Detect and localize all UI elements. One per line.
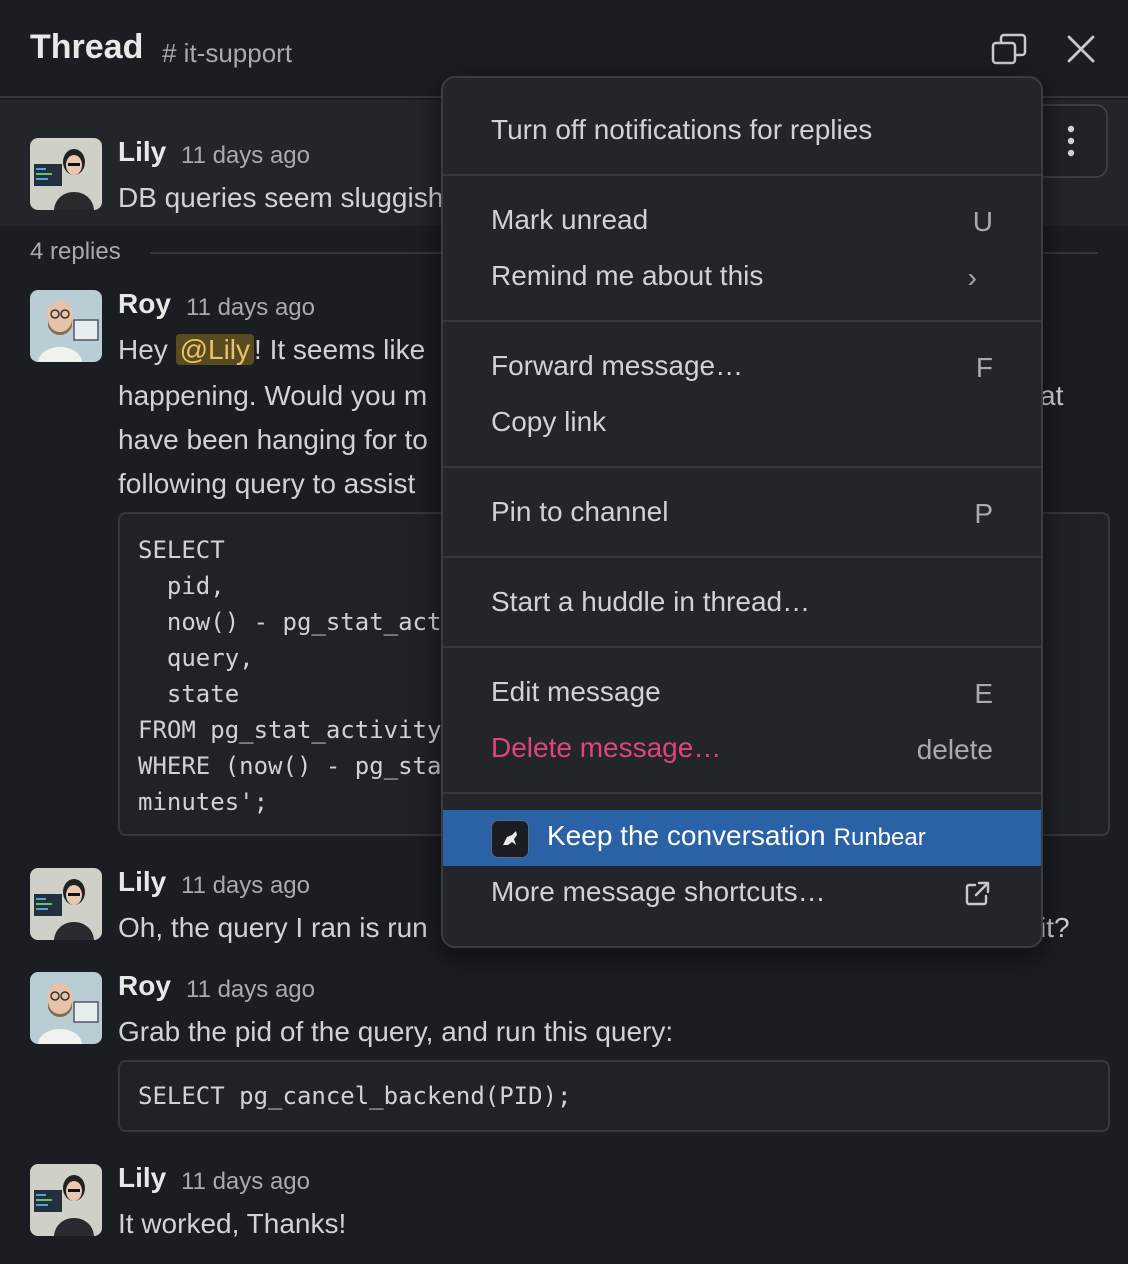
menu-divider bbox=[443, 646, 1041, 648]
reply-text: Oh, the query I ran is run bbox=[118, 912, 428, 943]
menu-item-label: Mark unread bbox=[491, 204, 649, 235]
channel-link[interactable]: # it-support bbox=[162, 38, 292, 69]
reply-time[interactable]: 11 days ago bbox=[181, 1168, 310, 1196]
reply-text-prefix: Hey bbox=[118, 334, 176, 365]
menu-item-label: Keep the conversation Runbear bbox=[547, 820, 926, 852]
external-link-icon bbox=[965, 881, 990, 906]
menu-divider bbox=[443, 466, 1041, 468]
reply-author[interactable]: Roy bbox=[118, 288, 171, 320]
menu-item-label: Forward message… bbox=[491, 350, 744, 381]
thread-panel: Thread # it-support Lily 11 days ago DB … bbox=[0, 0, 1128, 1264]
avatar-roy[interactable] bbox=[30, 290, 102, 362]
reply-author[interactable]: Roy bbox=[118, 970, 171, 1002]
more-actions-button[interactable] bbox=[1034, 104, 1108, 178]
menu-item-more-shortcuts[interactable]: More message shortcuts… bbox=[443, 866, 1041, 922]
reply-time[interactable]: 11 days ago bbox=[186, 294, 315, 322]
menu-item-mark-unread[interactable]: Mark unread U bbox=[443, 194, 1041, 250]
menu-item-shortcut: P bbox=[974, 498, 993, 529]
avatar-lily[interactable] bbox=[30, 138, 102, 210]
menu-item-label: More message shortcuts… bbox=[491, 876, 826, 907]
menu-item-text: Keep the conversation bbox=[547, 820, 826, 851]
thread-title: Thread bbox=[30, 28, 144, 66]
mention-lily[interactable]: @Lily bbox=[175, 334, 255, 365]
menu-item-label: Copy link bbox=[491, 406, 607, 437]
message-context-menu: Turn off notifications for replies Mark … bbox=[441, 76, 1043, 948]
menu-item-edit-message[interactable]: Edit message E bbox=[443, 666, 1041, 722]
reply-text-tail: at bbox=[1040, 380, 1064, 411]
reply-text-tail: it? bbox=[1040, 912, 1070, 943]
menu-item-label: Start a huddle in thread… bbox=[491, 586, 811, 617]
menu-item-forward-message[interactable]: Forward message… F bbox=[443, 340, 1041, 396]
menu-item-shortcut: E bbox=[974, 678, 993, 709]
menu-item-copy-link[interactable]: Copy link bbox=[443, 396, 1041, 452]
reply-text-line-1: Hey @Lily! It seems like bbox=[118, 328, 425, 372]
reply-text: It worked, Thanks! bbox=[118, 1208, 347, 1239]
reply-author[interactable]: Lily bbox=[118, 1162, 166, 1194]
code-block[interactable]: SELECT pg_cancel_backend(PID); bbox=[118, 1060, 1110, 1132]
menu-item-app-name: Runbear bbox=[833, 824, 926, 851]
reply-text-line-2: happening. Would you m bbox=[118, 380, 428, 411]
avatar-lily[interactable] bbox=[30, 1164, 102, 1236]
reply-author[interactable]: Lily bbox=[118, 866, 166, 898]
parent-author[interactable]: Lily bbox=[118, 136, 166, 168]
menu-item-keep-conversation[interactable]: Keep the conversation Runbear bbox=[443, 810, 1041, 866]
reply-text: Grab the pid of the query, and run this … bbox=[118, 1016, 674, 1047]
avatar-lily[interactable] bbox=[30, 868, 102, 940]
avatar-roy[interactable] bbox=[30, 972, 102, 1044]
menu-item-remind-me[interactable]: Remind me about this › bbox=[443, 250, 1041, 306]
menu-item-label: Edit message bbox=[491, 676, 661, 707]
menu-item-label: Turn off notifications for replies bbox=[491, 114, 873, 145]
replies-count: 4 replies bbox=[30, 238, 121, 265]
menu-item-label: Delete message… bbox=[491, 732, 722, 763]
menu-item-label: Remind me about this bbox=[491, 260, 764, 291]
menu-item-shortcut: delete bbox=[916, 734, 993, 765]
more-vertical-icon bbox=[1067, 125, 1075, 157]
close-button[interactable] bbox=[1060, 28, 1102, 70]
menu-item-turn-off-notifications[interactable]: Turn off notifications for replies bbox=[443, 104, 1041, 160]
reply-text-line-1-rest: ! It seems like bbox=[254, 334, 426, 365]
menu-item-delete-message[interactable]: Delete message… delete bbox=[443, 722, 1041, 778]
menu-divider bbox=[443, 174, 1041, 176]
menu-divider bbox=[443, 320, 1041, 322]
menu-item-pin-to-channel[interactable]: Pin to channel P bbox=[443, 486, 1041, 542]
menu-item-shortcut: U bbox=[972, 206, 993, 237]
reply-time[interactable]: 11 days ago bbox=[186, 976, 315, 1004]
popout-button[interactable] bbox=[988, 28, 1030, 70]
parent-time[interactable]: 11 days ago bbox=[181, 142, 310, 170]
parent-text: DB queries seem sluggish bbox=[118, 182, 444, 213]
close-icon bbox=[1067, 35, 1095, 63]
menu-divider bbox=[443, 792, 1041, 794]
reply-text-line-3: have been hanging for to bbox=[118, 424, 428, 455]
reply-text-line-4: following query to assist bbox=[118, 468, 416, 499]
menu-item-label: Pin to channel bbox=[491, 496, 669, 527]
menu-item-start-huddle[interactable]: Start a huddle in thread… bbox=[443, 576, 1041, 632]
menu-item-shortcut: F bbox=[975, 352, 993, 383]
popout-icon bbox=[991, 33, 1027, 65]
menu-divider bbox=[443, 556, 1041, 558]
chevron-right-icon: › bbox=[967, 262, 977, 293]
reply-time[interactable]: 11 days ago bbox=[181, 872, 310, 900]
runbear-app-icon bbox=[491, 820, 529, 858]
